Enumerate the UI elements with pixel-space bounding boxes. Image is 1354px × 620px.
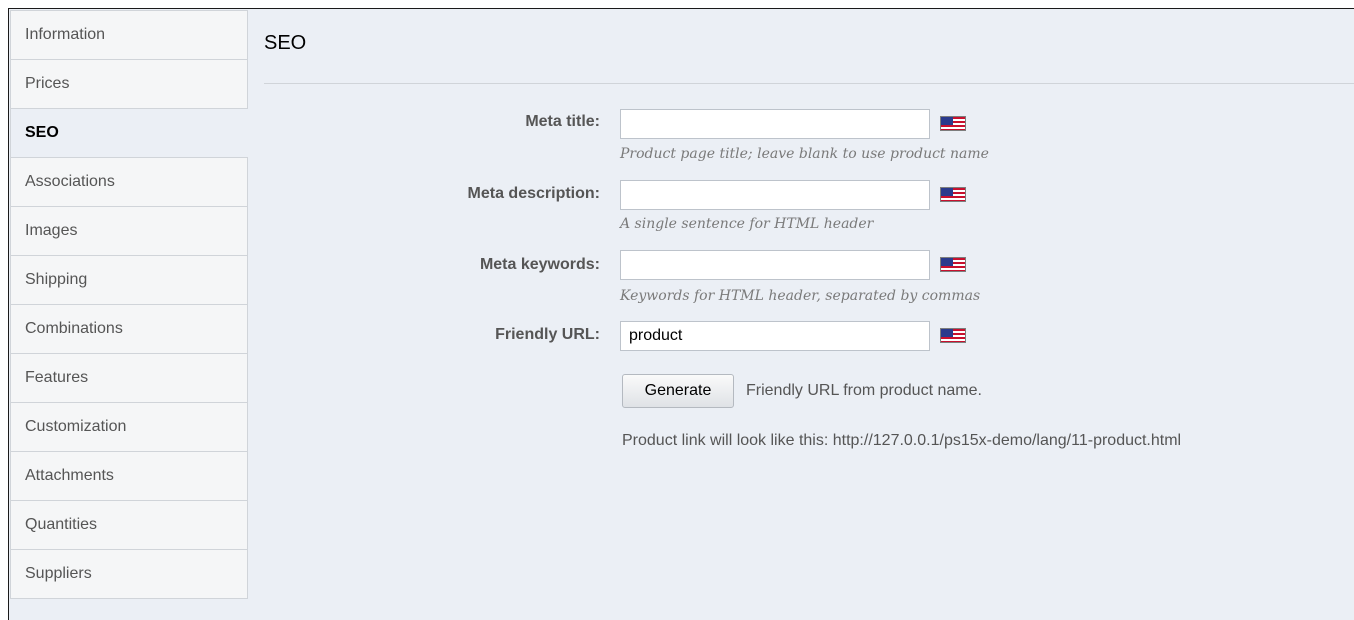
meta-description-label: Meta description: [467, 185, 600, 202]
friendly-url-input[interactable] [620, 321, 930, 351]
seo-panel: SEO Meta title: Product page title; leav… [248, 10, 1354, 620]
page-title: SEO [264, 32, 307, 54]
tab-seo[interactable]: SEO [10, 109, 248, 158]
tab-features[interactable]: Features [10, 354, 248, 403]
us-flag-icon[interactable] [940, 257, 966, 272]
us-flag-icon[interactable] [940, 116, 966, 131]
meta-description-input[interactable] [620, 180, 930, 210]
generate-note: Friendly URL from product name. [746, 382, 982, 399]
tab-suppliers[interactable]: Suppliers [10, 550, 248, 599]
meta-title-input[interactable] [620, 109, 930, 139]
meta-description-hint: A single sentence for HTML header [620, 216, 874, 232]
generate-button[interactable]: Generate [622, 374, 734, 408]
title-divider [264, 83, 1354, 84]
tab-associations[interactable]: Associations [10, 158, 248, 207]
meta-keywords-hint: Keywords for HTML header, separated by c… [620, 288, 981, 304]
tab-attachments[interactable]: Attachments [10, 452, 248, 501]
meta-keywords-label: Meta keywords: [479, 256, 600, 273]
product-tabs-sidebar: Information Prices SEO Associations Imag… [10, 10, 248, 599]
tab-prices[interactable]: Prices [10, 60, 248, 109]
tab-quantities[interactable]: Quantities [10, 501, 248, 550]
product-link-preview: Product link will look like this: http:/… [622, 432, 1182, 449]
tab-images[interactable]: Images [10, 207, 248, 256]
us-flag-icon[interactable] [940, 187, 966, 202]
meta-title-label: Meta title: [525, 113, 600, 130]
tab-shipping[interactable]: Shipping [10, 256, 248, 305]
meta-title-hint: Product page title; leave blank to use p… [620, 146, 989, 162]
tab-combinations[interactable]: Combinations [10, 305, 248, 354]
tab-customization[interactable]: Customization [10, 403, 248, 452]
us-flag-icon[interactable] [940, 328, 966, 343]
friendly-url-label: Friendly URL: [495, 326, 600, 343]
tab-information[interactable]: Information [10, 10, 248, 60]
meta-keywords-input[interactable] [620, 250, 930, 280]
